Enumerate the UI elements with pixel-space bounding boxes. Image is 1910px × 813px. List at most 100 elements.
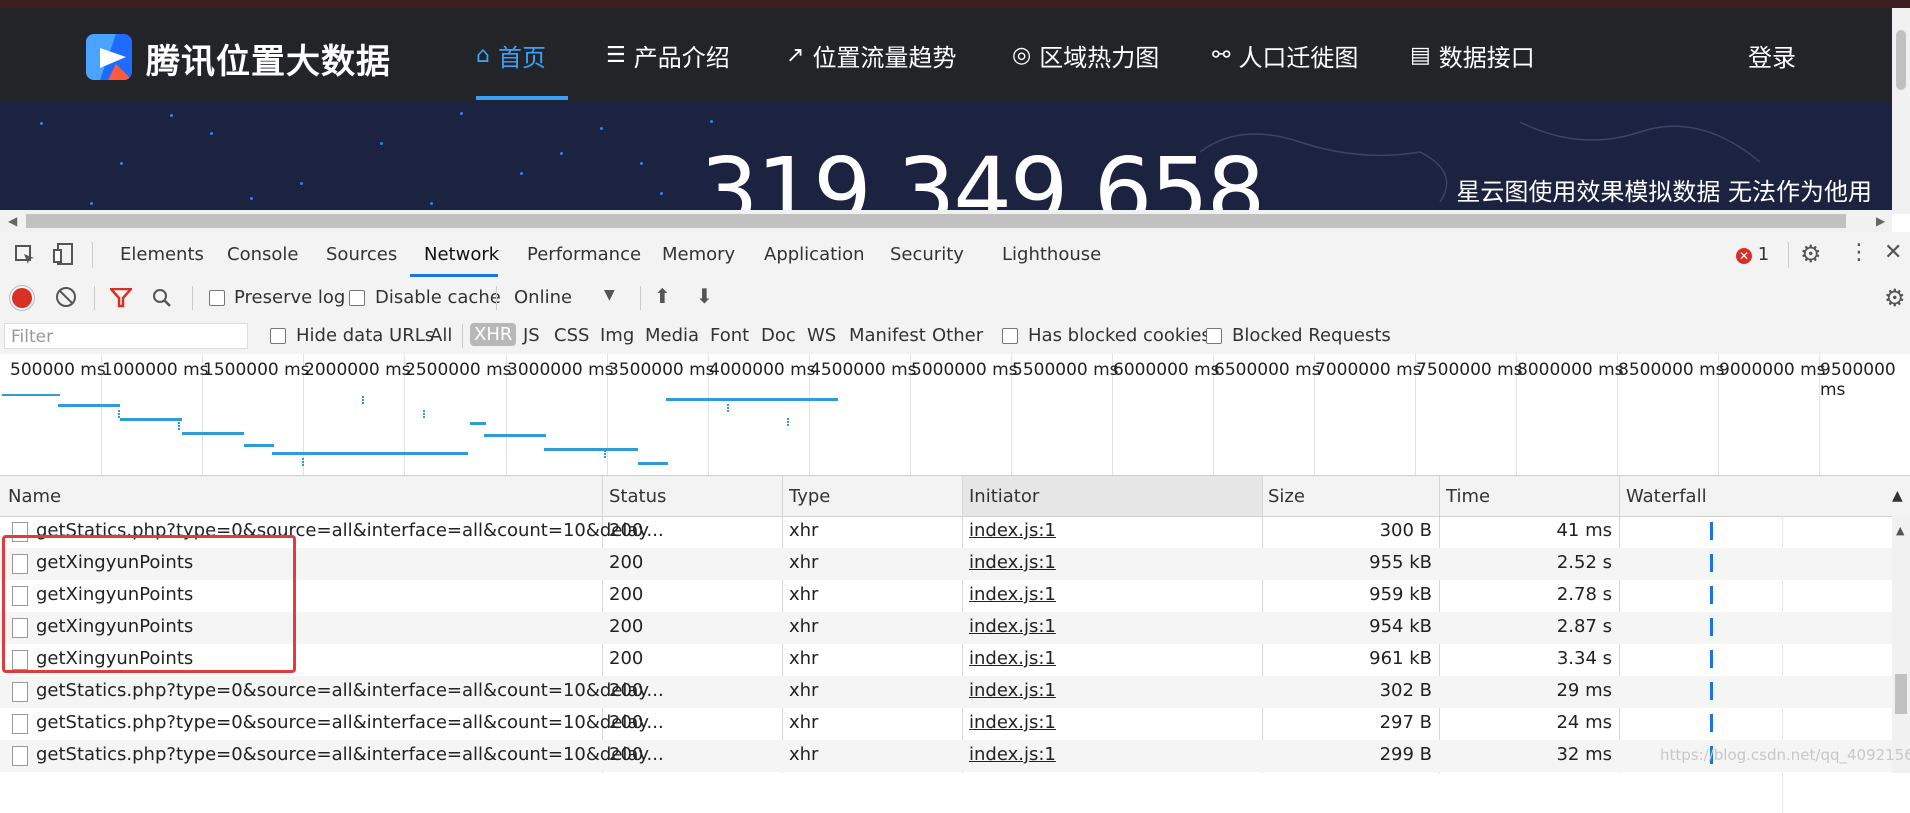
page-scroll-thumb[interactable]	[1896, 30, 1906, 90]
request-initiator[interactable]: index.js:1	[969, 712, 1056, 733]
request-time: 32 ms	[1556, 744, 1612, 765]
chevron-down-icon[interactable]: ▼	[604, 287, 615, 303]
column-type-header[interactable]: Type	[789, 486, 830, 507]
scroll-up-icon[interactable]: ▲	[1896, 524, 1904, 537]
timeline-tick: 9500000 ms	[1820, 360, 1896, 400]
column-status-header[interactable]: Status	[609, 486, 666, 507]
tab-sources[interactable]: Sources	[326, 244, 397, 265]
throttle-select[interactable]: Online	[514, 287, 572, 308]
nav-api[interactable]: ▤ 数据接口	[1410, 8, 1535, 102]
request-initiator[interactable]: index.js:1	[969, 744, 1056, 765]
request-initiator[interactable]: index.js:1	[969, 520, 1056, 541]
close-icon[interactable]: ✕	[1884, 240, 1902, 265]
login-link[interactable]: 登录	[1748, 38, 1796, 73]
request-size: 302 B	[1379, 680, 1432, 701]
nav-home[interactable]: ⌂ 首页	[476, 8, 546, 102]
tab-lighthouse[interactable]: Lighthouse	[1002, 244, 1101, 265]
column-name-header[interactable]: Name	[8, 486, 61, 507]
table-row[interactable]: getStatics.php?type=0&source=all&interfa…	[0, 740, 1892, 772]
blocked-requests-checkbox[interactable]	[1206, 328, 1222, 344]
search-icon[interactable]	[152, 288, 172, 313]
device-toggle-icon[interactable]	[52, 242, 76, 271]
column-waterfall-header[interactable]: Waterfall	[1626, 486, 1707, 507]
preserve-log-checkbox[interactable]	[209, 290, 225, 306]
nav-products[interactable]: ☰ 产品介绍	[606, 8, 730, 102]
settings-gear-icon[interactable]: ⚙	[1800, 240, 1822, 268]
type-filter-media[interactable]: Media	[645, 325, 699, 346]
timeline-tick: 2500000 ms	[405, 360, 512, 380]
logo-icon[interactable]	[86, 34, 132, 80]
scroll-left-icon[interactable]: ◀	[8, 214, 17, 228]
export-har-icon[interactable]: ⬇	[696, 284, 713, 308]
table-row[interactable]: getStatics.php?type=0&source=all&interfa…	[0, 708, 1892, 740]
filter-input[interactable]: Filter	[4, 323, 248, 349]
column-initiator-header[interactable]: Initiator	[969, 486, 1039, 507]
network-overview[interactable]: 500000 ms 1000000 ms 1500000 ms 2000000 …	[0, 354, 1910, 476]
nav-migration[interactable]: ⚯ 人口迁徙图	[1212, 8, 1358, 102]
type-filter-js[interactable]: JS	[523, 325, 540, 346]
request-time: 2.87 s	[1556, 616, 1612, 637]
request-type: xhr	[789, 744, 819, 765]
nav-heatmap-label: 区域热力图	[1039, 43, 1160, 72]
inspect-icon[interactable]	[14, 244, 36, 271]
filter-icon[interactable]	[108, 287, 134, 313]
waterfall-bar	[1710, 682, 1713, 700]
error-counter[interactable]: ✕ 1	[1736, 244, 1769, 265]
table-vertical-scrollbar[interactable]: ▲	[1892, 516, 1910, 773]
type-filter-img[interactable]: Img	[600, 325, 634, 346]
tab-elements[interactable]: Elements	[120, 244, 204, 265]
nav-heatmap[interactable]: ◎ 区域热力图	[1012, 8, 1159, 102]
disable-cache-checkbox[interactable]	[349, 290, 365, 306]
request-initiator[interactable]: index.js:1	[969, 616, 1056, 637]
type-filter-font[interactable]: Font	[710, 325, 749, 346]
timeline-tick: 1500000 ms	[203, 360, 310, 380]
type-filter-ws[interactable]: WS	[807, 325, 836, 346]
column-time-header[interactable]: Time	[1446, 486, 1490, 507]
tab-network[interactable]: Network	[424, 244, 499, 265]
tab-performance[interactable]: Performance	[527, 244, 641, 265]
has-blocked-cookies-checkbox[interactable]	[1002, 328, 1018, 344]
clear-icon[interactable]	[56, 287, 76, 307]
brand-title[interactable]: 腾讯位置大数据	[146, 34, 391, 83]
divider	[462, 324, 463, 348]
page-horizontal-scrollbar[interactable]: ◀ ▶	[0, 210, 1892, 232]
file-icon	[12, 714, 28, 734]
request-type: xhr	[789, 552, 819, 573]
type-filter-css[interactable]: CSS	[554, 325, 589, 346]
request-initiator[interactable]: index.js:1	[969, 584, 1056, 605]
more-menu-icon[interactable]: ⋮	[1848, 240, 1870, 265]
tab-memory[interactable]: Memory	[662, 244, 735, 265]
disable-cache-label: Disable cache	[375, 287, 501, 308]
tab-console[interactable]: Console	[227, 244, 298, 265]
column-size-header[interactable]: Size	[1268, 486, 1305, 507]
type-filter-doc[interactable]: Doc	[761, 325, 796, 346]
nav-trend[interactable]: ↗ 位置流量趋势	[786, 8, 956, 102]
home-icon: ⌂	[476, 42, 490, 68]
timeline-tick: 6500000 ms	[1214, 360, 1321, 380]
tab-application[interactable]: Application	[764, 244, 865, 265]
network-settings-gear-icon[interactable]: ⚙	[1884, 284, 1906, 312]
type-filter-other[interactable]: Other	[932, 325, 983, 346]
list-icon: ☰	[606, 42, 626, 68]
hide-data-urls-checkbox[interactable]	[270, 328, 286, 344]
request-time: 29 ms	[1556, 680, 1612, 701]
import-har-icon[interactable]: ⬆	[654, 284, 671, 308]
request-initiator[interactable]: index.js:1	[969, 552, 1056, 573]
table-row[interactable]: getStatics.php?type=0&source=all&interfa…	[0, 676, 1892, 708]
page-vertical-scrollbar[interactable]	[1892, 8, 1910, 214]
error-count: 1	[1757, 244, 1770, 265]
type-filter-all[interactable]: All	[430, 325, 452, 346]
request-initiator[interactable]: index.js:1	[969, 680, 1056, 701]
type-filter-manifest[interactable]: Manifest	[849, 325, 926, 346]
table-scroll-thumb[interactable]	[1895, 674, 1907, 714]
request-status: 200	[609, 616, 644, 637]
timeline-tick: 500000 ms	[10, 360, 106, 380]
sort-ascending-icon[interactable]: ▲	[1892, 488, 1903, 504]
request-initiator[interactable]: index.js:1	[969, 648, 1056, 669]
type-filter-xhr[interactable]: XHR	[470, 323, 517, 346]
record-icon[interactable]	[12, 288, 32, 308]
request-status: 200	[609, 680, 644, 701]
scroll-right-icon[interactable]: ▶	[1876, 214, 1885, 228]
tab-security[interactable]: Security	[890, 244, 964, 265]
horizontal-scroll-thumb[interactable]	[26, 214, 1846, 228]
